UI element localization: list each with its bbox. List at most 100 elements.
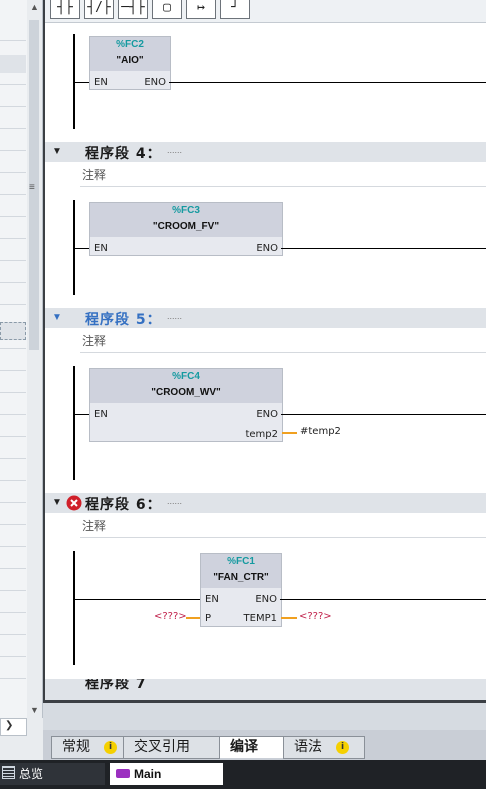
output-operand[interactable]: #temp2 [300,426,341,437]
power-rail [73,551,75,665]
overview-label: 总览 [19,767,44,781]
eno-pin[interactable]: ENO [255,594,277,605]
block-address: %FC3 [172,205,200,216]
tree-divider [0,282,26,283]
tree-divider [0,172,26,173]
tree-divider [0,568,26,569]
input-pin-p[interactable]: P [205,613,211,624]
tab-label: 交叉引用 [134,739,190,755]
collapse-triangle-icon[interactable]: ▼ [52,312,62,323]
tree-selected-row[interactable] [0,55,26,73]
network-comment-dots[interactable]: ...... [167,145,182,155]
wire [281,248,486,249]
tab-compile[interactable]: 编译 [219,736,287,758]
input-operand-unknown[interactable]: <???> [154,611,187,622]
overview-tab[interactable]: 总览 [0,763,105,785]
function-block-fc4[interactable]: %FC4 "CROOM_WV" EN ENO temp2 [89,368,283,442]
editor-taskbar: 总览 Main [0,760,486,789]
tree-divider [0,238,26,239]
tree-divider [0,480,26,481]
network-title: 程序段 4： [85,146,162,162]
info-icon: i [104,741,117,754]
tree-divider [0,150,26,151]
ladder-editor[interactable]: ┤├ ┤/├ ─┤├ ▢ ↦ ┘ %FC2 "AIO" EN ENO ▼ 程序段… [43,0,486,702]
normally-open-contact-icon[interactable]: ┤├ [50,0,80,19]
wire [75,248,89,249]
output-pin-temp2[interactable]: temp2 [245,429,278,440]
parameter-wire [186,617,200,619]
block-address: %FC2 [116,39,144,50]
tab-general[interactable]: 常规 i [51,736,128,759]
block-address: %FC4 [172,371,200,382]
network-title: 程序段 7 [85,679,147,692]
scroll-down-icon[interactable]: ▼ [27,703,42,717]
main-block-tab[interactable]: Main [110,763,223,785]
parameter-wire [282,432,297,434]
en-pin[interactable]: EN [94,77,108,88]
function-block-fc2[interactable]: %FC2 "AIO" EN ENO [89,36,171,90]
en-pin[interactable]: EN [205,594,219,605]
empty-box-icon[interactable]: ▢ [152,0,182,19]
tree-divider [0,128,26,129]
tree-divider [0,370,26,371]
overview-icon [2,766,15,779]
tab-cross-reference[interactable]: 交叉引用 [123,736,220,759]
scroll-up-icon[interactable]: ▲ [27,0,42,14]
inspector-tabs: 常规 i 交叉引用 编译 语法 i [43,730,486,760]
en-pin[interactable]: EN [94,243,108,254]
tree-divider [0,502,26,503]
output-pin-temp1[interactable]: TEMP1 [244,613,277,624]
tree-divider [0,40,26,41]
project-tree-strip [0,0,28,718]
tree-divider [0,414,26,415]
network-header-5[interactable]: ▼ 程序段 5： ...... [45,308,486,328]
info-icon: i [336,741,349,754]
tree-divider [0,348,26,349]
network-comment-dots[interactable]: ...... [167,496,182,506]
wire [281,414,486,415]
tree-divider [0,392,26,393]
close-branch-icon[interactable]: ┘ [220,0,250,19]
parameter-wire [281,617,297,619]
block-name: "AIO" [116,55,144,66]
eno-pin[interactable]: ENO [256,409,278,420]
tree-divider [0,194,26,195]
tree-divider [0,84,26,85]
network-comment[interactable]: 注释 [80,515,486,538]
tree-divider [0,634,26,635]
network-header-6[interactable]: ▼ 程序段 6： ...... [45,493,486,513]
normally-closed-contact-icon[interactable]: ┤/├ [84,0,114,19]
function-block-fc3[interactable]: %FC3 "CROOM_FV" EN ENO [89,202,283,256]
tree-scrollbar[interactable]: ▲ ≡ ▼ [27,0,43,718]
coil-icon[interactable]: ─┤├ [118,0,148,19]
block-name: "CROOM_WV" [151,387,221,398]
scroll-right-icon[interactable]: ❯ [5,720,13,731]
network-header-7[interactable]: 程序段 7 [45,679,486,700]
tab-label: 语法 [294,739,322,755]
scroll-grip-icon: ≡ [29,182,35,193]
collapse-triangle-icon[interactable]: ▼ [52,146,62,157]
tab-syntax[interactable]: 语法 i [283,736,365,759]
en-pin[interactable]: EN [94,409,108,420]
network-header-4[interactable]: ▼ 程序段 4： ...... [45,142,486,162]
collapse-triangle-icon[interactable]: ▼ [52,497,62,508]
network-comment[interactable]: 注释 [80,330,486,353]
tree-divider [0,304,26,305]
tab-label: 编译 [230,739,258,755]
tree-divider [0,590,26,591]
network-comment[interactable]: 注释 [80,164,486,187]
network-comment-dots[interactable]: ...... [167,311,182,321]
error-icon [66,495,82,511]
tree-divider [0,612,26,613]
tree-divider [0,106,26,107]
ob-block-icon [116,769,130,778]
function-block-fc1[interactable]: %FC1 "FAN_CTR" EN ENO P TEMP1 [200,553,282,627]
inspector-header [43,703,486,730]
output-operand-unknown[interactable]: <???> [299,611,332,622]
eno-pin[interactable]: ENO [144,77,166,88]
tree-focused-row[interactable] [0,322,26,340]
wire [75,599,200,600]
eno-pin[interactable]: ENO [256,243,278,254]
open-branch-icon[interactable]: ↦ [186,0,216,19]
power-rail [73,366,75,480]
